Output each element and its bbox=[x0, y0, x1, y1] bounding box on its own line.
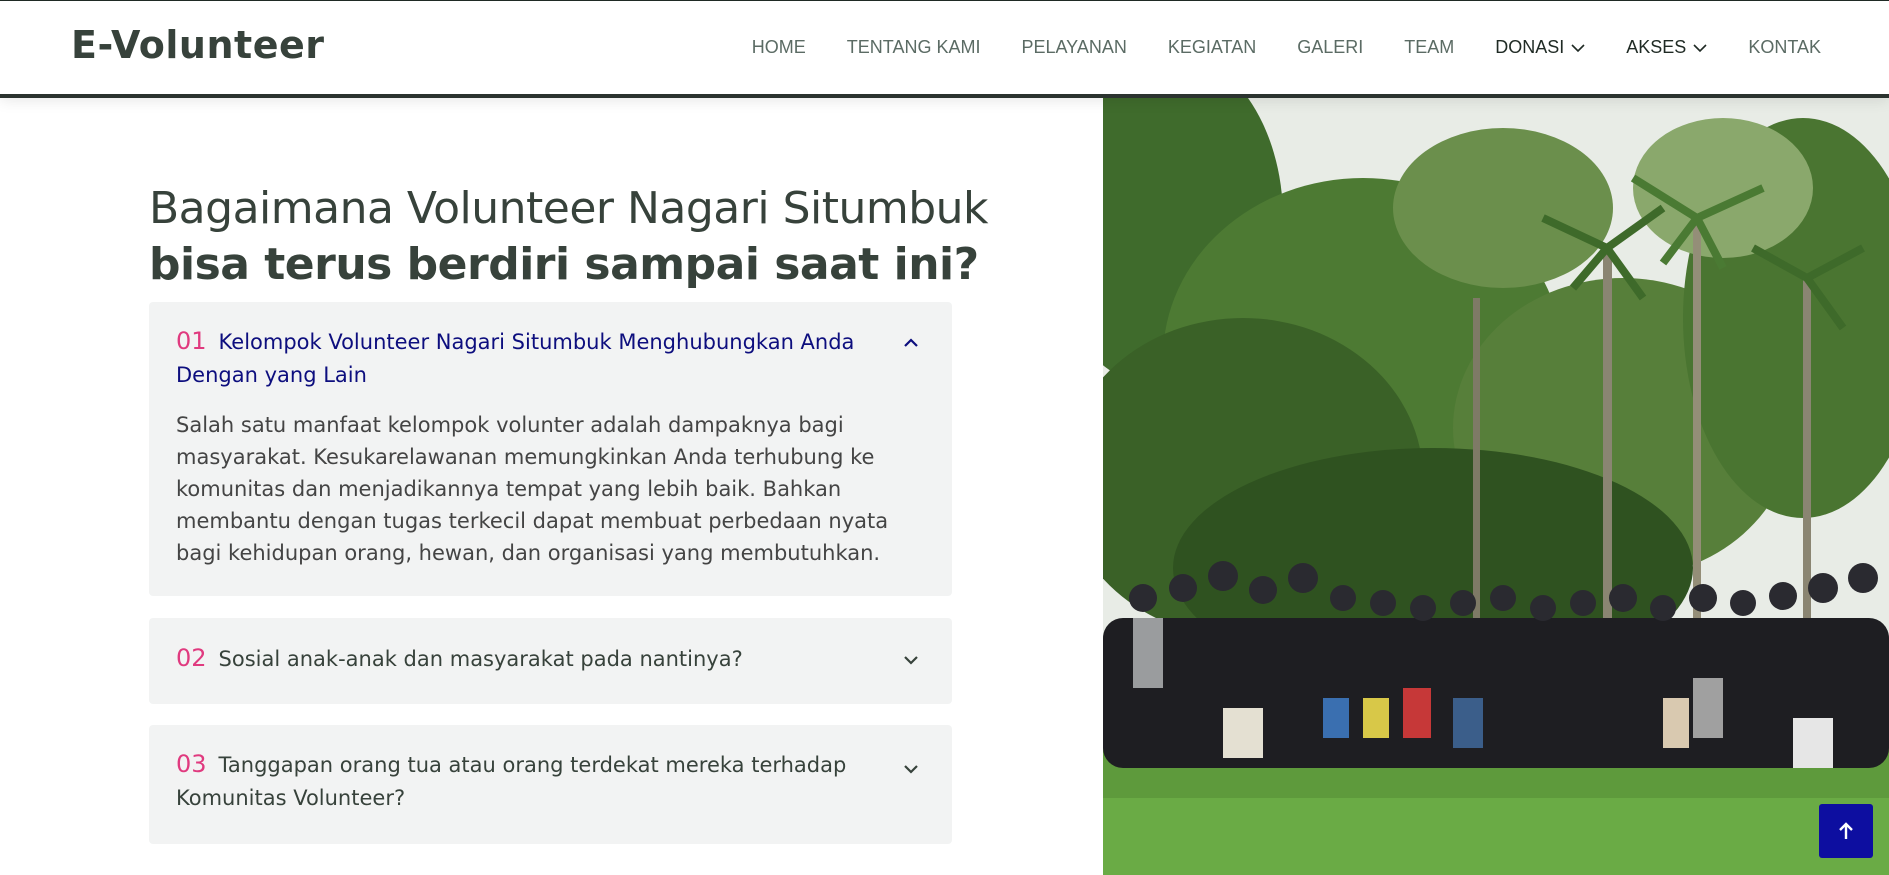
section-title-line2: bisa terus berdiri sampai saat ini? bbox=[149, 239, 979, 290]
nav-label: KEGIATAN bbox=[1167, 37, 1257, 57]
site-header: E-Volunteer HOME TENTANG KAMI PELAYANAN … bbox=[0, 0, 1889, 98]
faq-number: 01 bbox=[176, 327, 207, 355]
faq-toggle-2[interactable] bbox=[900, 649, 922, 671]
faq-item-1: 01 Kelompok Volunteer Nagari Situmbuk Men… bbox=[149, 302, 952, 596]
faq-item-3: 03 Tanggapan orang tua atau orang terdeka… bbox=[149, 725, 952, 844]
nav-label: GALERI bbox=[1297, 37, 1364, 57]
chevron-down-icon bbox=[1571, 43, 1585, 52]
faq-number: 03 bbox=[176, 750, 207, 778]
nav-kegiatan[interactable]: KEGIATAN bbox=[1168, 37, 1256, 58]
nav-label: DONASI bbox=[1495, 37, 1565, 57]
nav-label: TENTANG KAMI bbox=[846, 37, 981, 57]
site-logo[interactable]: E-Volunteer bbox=[71, 23, 324, 67]
nav-pelayanan[interactable]: PELAYANAN bbox=[1021, 37, 1126, 58]
faq-toggle-3[interactable] bbox=[900, 758, 922, 780]
nav-label: PELAYANAN bbox=[1021, 37, 1127, 57]
faq-question-1[interactable]: 01 Kelompok Volunteer Nagari Situmbuk Men… bbox=[176, 325, 892, 392]
chevron-down-icon bbox=[1693, 43, 1707, 52]
volunteer-group-photo bbox=[1103, 98, 1889, 875]
group-photo-illustration bbox=[1103, 98, 1889, 875]
nav-label: HOME bbox=[751, 37, 806, 57]
nav-donasi-dropdown[interactable]: DONASI bbox=[1495, 37, 1585, 58]
faq-question-text: Sosial anak-anak dan masyarakat pada nan… bbox=[218, 647, 743, 671]
section-title-line1: Bagaimana Volunteer Nagari Situmbuk bbox=[149, 183, 989, 234]
faq-question-text: Tanggapan orang tua atau orang terdekat … bbox=[176, 753, 847, 810]
chevron-down-icon bbox=[904, 765, 918, 774]
nav-home[interactable]: HOME bbox=[752, 37, 806, 58]
chevron-up-icon bbox=[904, 338, 918, 347]
scroll-to-top-button[interactable] bbox=[1819, 804, 1873, 858]
faq-answer-1: Salah satu manfaat kelompok volunter ada… bbox=[176, 413, 889, 565]
main-nav: HOME TENTANG KAMI PELAYANAN KEGIATAN GAL… bbox=[711, 37, 1821, 58]
faq-item-2: 02 Sosial anak-anak dan masyarakat pada n… bbox=[149, 618, 952, 704]
nav-team[interactable]: TEAM bbox=[1404, 37, 1454, 58]
nav-label: TEAM bbox=[1404, 37, 1455, 57]
nav-galeri[interactable]: GALERI bbox=[1297, 37, 1363, 58]
nav-akses-dropdown[interactable]: AKSES bbox=[1626, 37, 1707, 58]
arrow-up-icon bbox=[1839, 822, 1853, 839]
nav-kontak[interactable]: KONTAK bbox=[1748, 37, 1821, 58]
chevron-down-icon bbox=[904, 656, 918, 665]
section-title: Bagaimana Volunteer Nagari Situmbuk bisa… bbox=[149, 181, 989, 293]
nav-label: AKSES bbox=[1626, 37, 1687, 57]
faq-toggle-1[interactable] bbox=[900, 332, 922, 354]
faq-question-3[interactable]: 03 Tanggapan orang tua atau orang terdeka… bbox=[176, 748, 892, 815]
faq-question-text: Kelompok Volunteer Nagari Situmbuk Mengh… bbox=[176, 330, 855, 387]
faq-number: 02 bbox=[176, 644, 207, 672]
nav-tentang-kami[interactable]: TENTANG KAMI bbox=[847, 37, 981, 58]
faq-question-2[interactable]: 02 Sosial anak-anak dan masyarakat pada n… bbox=[176, 642, 892, 676]
nav-label: KONTAK bbox=[1748, 37, 1821, 57]
